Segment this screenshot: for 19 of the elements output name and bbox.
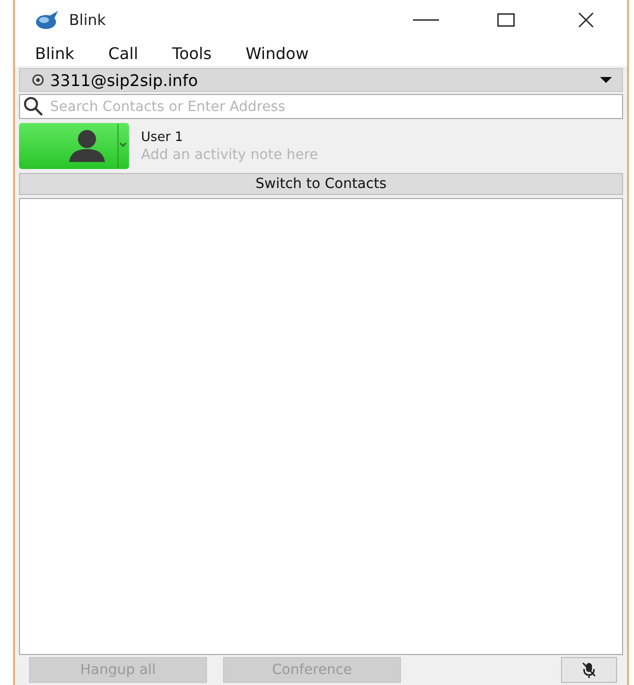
- menu-item[interactable]: Blink: [35, 44, 74, 62]
- menu-item[interactable]: Tools: [172, 44, 212, 62]
- presence-icon: [32, 74, 44, 86]
- user-name: User 1: [141, 130, 184, 144]
- microphone-icon: [582, 662, 596, 678]
- search-icon: [23, 96, 43, 116]
- menu-item[interactable]: Call: [108, 44, 138, 62]
- menu-item[interactable]: Window: [246, 44, 309, 62]
- dropdown-arrow-icon: [600, 77, 612, 83]
- mute-button[interactable]: [561, 657, 617, 683]
- activity-note-field[interactable]: Add an activity note here: [141, 146, 501, 162]
- app-logo-icon: [35, 10, 59, 30]
- close-icon: [577, 11, 595, 29]
- maximize-icon: [496, 12, 516, 28]
- avatar-button[interactable]: [19, 123, 129, 169]
- account-selector[interactable]: 3311@sip2sip.info: [19, 68, 623, 92]
- window-title: Blink: [69, 11, 106, 29]
- search-field[interactable]: Search Contacts or Enter Address: [19, 94, 623, 119]
- switch-to-contacts-button[interactable]: Switch to Contacts: [19, 173, 623, 195]
